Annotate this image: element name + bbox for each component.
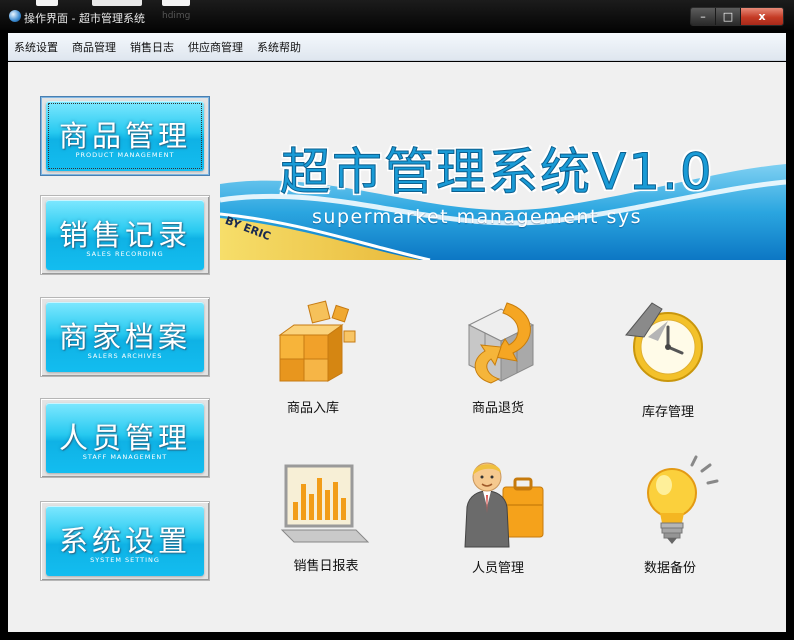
banner-title: 超市管理系统V1.0 xyxy=(280,143,714,202)
banner-subtitle: supermarket management sys xyxy=(312,206,642,228)
function-label[interactable]: 商品退货 xyxy=(428,397,568,416)
menu-product-management[interactable]: 商品管理 xyxy=(65,39,123,55)
nav-button-sublabel: PRODUCT MANAGEMENT xyxy=(75,151,175,159)
background-tab-text: hdimg xyxy=(162,11,191,21)
maximize-button[interactable]: □ xyxy=(716,8,741,25)
menu-sales-log[interactable]: 销售日志 xyxy=(123,39,181,55)
main-panel: 商品管理 PRODUCT MANAGEMENT 销售记录 SALES RECOR… xyxy=(8,62,786,632)
nav-button-sublabel: SALES RECORDING xyxy=(86,250,164,258)
app-icon xyxy=(9,10,21,22)
minimize-button[interactable]: – xyxy=(691,8,716,25)
nav-button-sublabel: STAFF MANAGEMENT xyxy=(82,453,168,461)
cube-blocks-icon[interactable] xyxy=(270,295,370,387)
button-face: 商家档案 SALERS ARCHIVES xyxy=(46,302,204,372)
nav-sales-recording-button[interactable]: 销售记录 SALES RECORDING xyxy=(40,195,210,275)
banner: 超市管理系统V1.0 supermarket management sys BY… xyxy=(220,126,786,260)
menu-system-help[interactable]: 系统帮助 xyxy=(250,39,308,55)
button-face: 销售记录 SALES RECORDING xyxy=(46,200,204,270)
button-face: 系统设置 SYSTEM SETTING xyxy=(46,506,204,576)
clock-icon[interactable] xyxy=(618,295,718,387)
nav-staff-management-button[interactable]: 人员管理 STAFF MANAGEMENT xyxy=(40,398,210,478)
nav-button-label: 商家档案 xyxy=(58,320,191,354)
window-title: 操作界面 - 超市管理系统 xyxy=(24,12,145,25)
menu-bar: 系统设置 商品管理 销售日志 供应商管理 系统帮助 xyxy=(8,33,786,61)
nav-button-label: 商品管理 xyxy=(58,119,191,153)
button-face: 商品管理 PRODUCT MANAGEMENT xyxy=(46,101,204,171)
nav-product-management-button[interactable]: 商品管理 PRODUCT MANAGEMENT xyxy=(40,96,210,176)
nav-salers-archives-button[interactable]: 商家档案 SALERS ARCHIVES xyxy=(40,297,210,377)
title-bar[interactable]: 操作界面 - 超市管理系统 hdimg – □ x xyxy=(0,0,794,30)
lightbulb-icon[interactable] xyxy=(632,455,732,547)
nav-button-sublabel: SYSTEM SETTING xyxy=(90,556,160,564)
taskbar-decor xyxy=(162,0,190,6)
nav-button-label: 销售记录 xyxy=(58,218,191,252)
taskbar-decor xyxy=(92,0,142,6)
taskbar-decor xyxy=(36,0,58,6)
function-label[interactable]: 人员管理 xyxy=(428,557,568,576)
button-face: 人员管理 STAFF MANAGEMENT xyxy=(46,403,204,473)
nav-button-label: 人员管理 xyxy=(58,421,191,455)
function-label[interactable]: 商品入库 xyxy=(243,397,383,416)
businessman-icon[interactable] xyxy=(455,457,555,549)
close-button[interactable]: x xyxy=(741,8,783,25)
menu-system-settings[interactable]: 系统设置 xyxy=(8,39,65,55)
nav-button-sublabel: SALERS ARCHIVES xyxy=(87,352,163,360)
app-window: 操作界面 - 超市管理系统 hdimg – □ x 系统设置 商品管理 销售日志… xyxy=(0,0,794,640)
window-controls: – □ x xyxy=(690,7,784,26)
function-label[interactable]: 数据备份 xyxy=(600,557,740,576)
nav-button-label: 系统设置 xyxy=(58,524,191,558)
nav-system-setting-button[interactable]: 系统设置 SYSTEM SETTING xyxy=(40,501,210,581)
return-arrow-cube-icon[interactable] xyxy=(451,295,551,387)
bar-chart-monitor-icon[interactable] xyxy=(276,460,376,552)
menu-supplier-management[interactable]: 供应商管理 xyxy=(181,39,250,55)
function-label[interactable]: 库存管理 xyxy=(598,401,738,420)
function-label[interactable]: 销售日报表 xyxy=(256,555,396,574)
